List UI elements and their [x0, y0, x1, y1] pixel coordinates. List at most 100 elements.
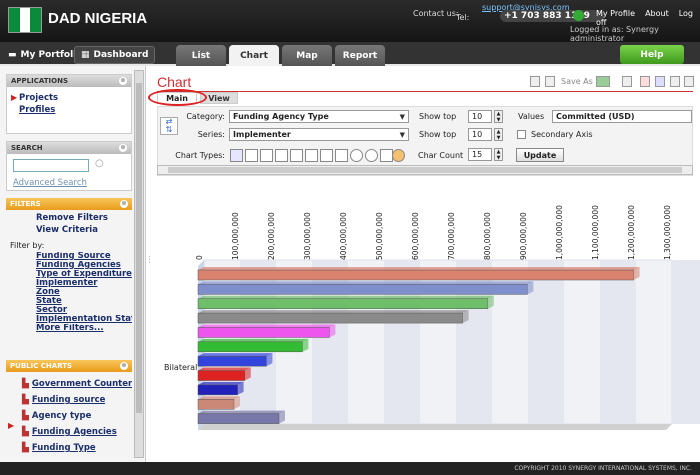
series-select[interactable]: Implementer ▼ [229, 128, 409, 141]
stacked-column-chart-icon[interactable] [275, 149, 288, 162]
stepper-icon[interactable]: ▲ ▼ [494, 110, 503, 123]
stacked-bar-chart-icon[interactable] [260, 149, 273, 162]
word-export-icon[interactable] [655, 76, 665, 87]
about-link[interactable]: About [645, 9, 669, 18]
save-as-icon[interactable] [545, 76, 555, 87]
line-chart-icon[interactable] [320, 149, 333, 162]
filter-sector[interactable]: Sector [36, 306, 132, 315]
pdf-export-icon[interactable] [640, 76, 650, 87]
x-tick-label: 600,000,000 [411, 212, 420, 260]
collapse-icon[interactable]: ⊗ [120, 362, 128, 370]
help-button[interactable]: Help [620, 45, 684, 64]
horizontal-bar-chart-icon[interactable] [230, 149, 243, 162]
remove-filters-link[interactable]: Remove Filters [36, 213, 132, 223]
pie-chart-icon[interactable] [350, 149, 363, 162]
save-as-label[interactable]: Save As [561, 77, 593, 86]
x-tick-label: 700,000,000 [447, 212, 456, 260]
filter-funding-source[interactable]: Funding Source [36, 252, 132, 261]
bar-top [198, 353, 273, 357]
tab-chart[interactable]: Chart [229, 45, 279, 66]
tab-map[interactable]: Map [282, 45, 332, 66]
filter-funding-agencies[interactable]: Funding Agencies [36, 261, 132, 270]
email-icon[interactable] [684, 76, 694, 87]
filter-state[interactable]: State [36, 297, 132, 306]
public-chart-item[interactable]: ▙ Funding source [10, 392, 132, 408]
scrollbar-thumb[interactable] [168, 167, 682, 173]
bar-top [198, 367, 251, 371]
donut-chart-icon[interactable] [365, 149, 378, 162]
bar-chart-icon: ▙ [22, 395, 29, 405]
logged-in-status: Logged in as: Synergy administrator [570, 25, 659, 43]
call-icon[interactable] [573, 10, 584, 21]
applications-panel: APPLICATIONS ⊗ ▶ Projects Profiles [6, 74, 132, 134]
values-select[interactable]: Committed (USD) [552, 110, 692, 123]
category-select[interactable]: Funding Agency Type ▼ [229, 110, 409, 123]
bar-chart-icon: ▙ [22, 379, 29, 389]
secondary-axis-checkbox[interactable] [517, 130, 526, 139]
bar-chart: 0 100,000,000 200,000,000 300,000,000 400,00… [164, 205, 700, 430]
percent-bar-chart-icon[interactable] [290, 149, 303, 162]
bar-top [198, 381, 244, 385]
filters-panel: FILTERS ⊗ Remove Filters View Criteria Fi… [6, 198, 132, 348]
collapse-icon[interactable]: ⊗ [119, 77, 127, 85]
sidebar-scrollbar[interactable] [134, 70, 144, 458]
current-arrow-icon: ▶ [11, 93, 18, 102]
my-profile-link[interactable]: My Profile [596, 9, 635, 18]
secondary-axis-label: Secondary Axis [531, 130, 593, 139]
filter-implementation-status[interactable]: Implementation Status [36, 315, 132, 324]
view-criteria-link[interactable]: View Criteria [36, 225, 132, 235]
scrollbar-thumb[interactable] [136, 83, 142, 413]
tab-report[interactable]: Report [335, 45, 385, 66]
collapse-icon[interactable]: ⊗ [120, 200, 128, 208]
public-chart-item[interactable]: ▙ Funding Type [10, 440, 132, 456]
bar [197, 269, 634, 281]
save-icon[interactable] [530, 76, 540, 87]
x-tick-label: 900,000,000 [519, 212, 528, 260]
bar [197, 355, 267, 367]
bar [197, 327, 330, 338]
search-title: SEARCH [11, 144, 43, 152]
print-icon[interactable] [622, 76, 632, 87]
bar-top [198, 295, 494, 299]
vertical-bar-chart-icon[interactable] [245, 149, 258, 162]
bar-top [198, 310, 469, 314]
char-count-input[interactable]: 15 [468, 148, 492, 161]
search-icon[interactable]: ○ [95, 158, 104, 169]
stepper-icon[interactable]: ▲ ▼ [494, 128, 503, 141]
area-chart-icon[interactable] [335, 149, 348, 162]
top-header: DAD NIGERIA support@synisys.com Contact … [0, 0, 700, 43]
x-tick-label: 1,000,000,000 [555, 205, 564, 260]
filter-type-of-expenditure[interactable]: Type of Expenditure [36, 270, 132, 279]
percent-column-chart-icon[interactable] [305, 149, 318, 162]
horizontal-scrollbar[interactable] [157, 165, 693, 175]
public-chart-item[interactable]: ▙Government Counterpart [10, 376, 132, 392]
excel-export-icon[interactable] [596, 76, 610, 87]
filter-implementer[interactable]: Implementer [36, 279, 132, 288]
tab-list[interactable]: List [176, 45, 226, 66]
filter-list: Funding Source Funding Agencies Type of … [6, 250, 132, 333]
collapse-icon[interactable]: ⊗ [119, 144, 127, 152]
show-top-input[interactable]: 10 [468, 128, 492, 141]
3d-pie-chart-icon[interactable] [392, 149, 405, 162]
bar [197, 298, 489, 309]
update-button[interactable]: Update [516, 148, 564, 162]
advanced-search-link[interactable]: Advanced Search [13, 178, 87, 188]
x-tick-label: 400,000,000 [339, 212, 348, 260]
public-chart-item[interactable]: ▙ Agency type [10, 408, 132, 424]
bar-chart-icon: ▙ [22, 427, 29, 437]
show-top-input[interactable]: 10 [468, 110, 492, 123]
bar-chart-icon: ▙ [22, 411, 29, 421]
sidebar-item-profiles[interactable]: Profiles [19, 105, 131, 115]
stepper-icon[interactable]: ▲ ▼ [494, 148, 503, 161]
more-filters-link[interactable]: More Filters... [36, 324, 132, 333]
public-chart-item[interactable]: ▙ Funding Agencies [10, 424, 132, 440]
filter-zone[interactable]: Zone [36, 288, 132, 297]
dashboard-button[interactable]: ▦ Dashboard [74, 46, 156, 64]
copy-icon[interactable] [670, 76, 680, 87]
bar [197, 341, 303, 353]
bar-top [198, 396, 240, 400]
sidebar-item-projects[interactable]: Projects [19, 93, 131, 103]
bar-top [198, 410, 285, 414]
search-input[interactable] [13, 159, 89, 172]
bar-top [198, 267, 640, 270]
